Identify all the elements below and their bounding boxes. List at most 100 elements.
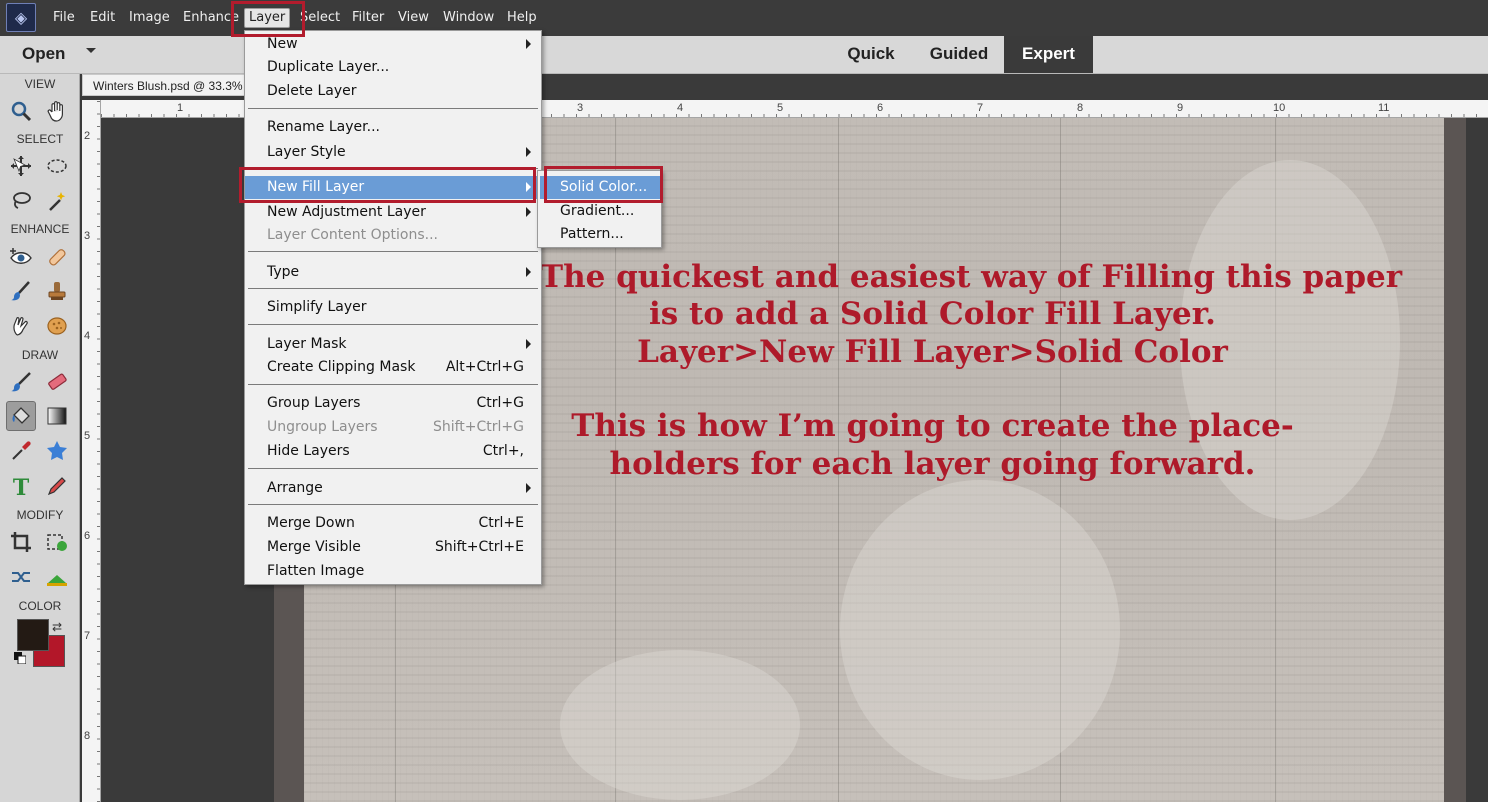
menu-separator xyxy=(248,108,538,109)
menu-item-pattern[interactable]: Pattern... xyxy=(540,223,660,246)
menu-item-flatten-image[interactable]: Flatten Image xyxy=(245,560,541,583)
ruler-h-label: 7 xyxy=(977,102,984,114)
damask-ornament xyxy=(840,480,1120,780)
crop-tool-icon[interactable] xyxy=(6,527,36,557)
lasso-tool-icon[interactable] xyxy=(6,186,36,216)
overlay-text-line: Layer>New Fill Layer>Solid Color xyxy=(637,334,1228,370)
ruler-v-label: 8 xyxy=(84,730,91,742)
smart-brush-tool-icon[interactable] xyxy=(6,276,36,306)
tool-panel: VIEW SELECT ENHANCE DRAW T MODIFY COLOR … xyxy=(0,74,80,802)
menu-item-delete-layer[interactable]: Delete Layer xyxy=(245,80,541,103)
ruler-h-label: 6 xyxy=(877,102,884,114)
menu-item-layer-style[interactable]: Layer Style xyxy=(245,141,541,164)
ruler-v-label: 2 xyxy=(84,130,91,142)
menu-item-hide-layers[interactable]: Hide Layers Ctrl+, xyxy=(245,440,541,463)
menu-item-gradient[interactable]: Gradient... xyxy=(540,200,660,223)
zoom-tool-icon[interactable] xyxy=(6,96,36,126)
tab-guided[interactable]: Guided xyxy=(918,36,1000,73)
menu-item-type[interactable]: Type xyxy=(245,261,541,284)
annotation-highlight-box xyxy=(231,1,305,37)
eyedropper-tool-icon[interactable] xyxy=(6,436,36,466)
overlay-text-line: holders for each layer going forward. xyxy=(609,446,1256,482)
menu-separator xyxy=(248,468,538,469)
ruler-h-label: 3 xyxy=(577,102,584,114)
menu-window[interactable]: Window xyxy=(443,9,494,27)
marquee-tool-icon[interactable] xyxy=(42,151,72,181)
menu-item-create-clipping-mask[interactable]: Create Clipping Mask Alt+Ctrl+G xyxy=(245,356,541,379)
magic-wand-tool-icon[interactable] xyxy=(42,186,72,216)
smudge-tool-icon[interactable] xyxy=(6,311,36,341)
tab-quick[interactable]: Quick xyxy=(832,36,910,73)
menu-item-new-adjustment-layer[interactable]: New Adjustment Layer xyxy=(245,201,541,224)
menu-item-merge-visible[interactable]: Merge Visible Shift+Ctrl+E xyxy=(245,536,541,559)
paint-bucket-tool-icon[interactable] xyxy=(6,401,36,431)
document-tab[interactable]: Winters Blush.psd @ 33.3% xyxy=(82,74,252,96)
submenu-arrow-icon xyxy=(526,339,531,349)
swap-colors-icon[interactable]: ⇄ xyxy=(52,620,62,634)
menu-item-arrange[interactable]: Arrange xyxy=(245,477,541,500)
annotation-highlight-box xyxy=(239,167,536,203)
annotation-highlight-box xyxy=(544,166,663,203)
app-logo-icon[interactable]: ◈ xyxy=(6,3,36,32)
red-eye-tool-icon[interactable] xyxy=(6,242,36,272)
open-button[interactable]: Open xyxy=(22,44,65,64)
menu-separator xyxy=(248,288,538,289)
ruler-h-label: 10 xyxy=(1273,102,1286,114)
section-enhance-label: ENHANCE xyxy=(10,222,70,236)
ruler-h-label: 11 xyxy=(1378,102,1390,114)
ruler-h-label: 9 xyxy=(1177,102,1184,114)
section-select-label: SELECT xyxy=(16,132,64,146)
menu-separator xyxy=(248,251,538,252)
ruler-h-label: 4 xyxy=(677,102,684,114)
damask-ornament xyxy=(560,650,800,800)
menu-bar: ◈ File Edit Image Enhance Layer Select F… xyxy=(0,0,1488,36)
menu-separator xyxy=(248,504,538,505)
ruler-v-label: 4 xyxy=(84,330,91,342)
menu-help[interactable]: Help xyxy=(507,9,537,27)
overlay-text-line: is to add a Solid Color Fill Layer. xyxy=(649,296,1216,332)
ruler-v-label: 5 xyxy=(84,430,91,442)
menu-item-group-layers[interactable]: Group Layers Ctrl+G xyxy=(245,392,541,415)
overlay-text-line: The quickest and easiest way of Filling … xyxy=(540,259,1403,295)
content-aware-move-tool-icon[interactable] xyxy=(6,562,36,592)
spot-healing-tool-icon[interactable] xyxy=(42,242,72,272)
default-colors-icon[interactable] xyxy=(14,652,26,664)
ruler-v-label: 6 xyxy=(84,530,91,542)
menu-separator xyxy=(248,384,538,385)
menu-item-ungroup-layers[interactable]: Ungroup Layers Shift+Ctrl+G xyxy=(245,416,541,439)
custom-shape-tool-icon[interactable] xyxy=(42,436,72,466)
clone-stamp-tool-icon[interactable] xyxy=(42,276,72,306)
mode-bar: Open Quick Guided Expert xyxy=(0,36,1488,74)
menu-separator xyxy=(248,324,538,325)
gradient-tool-icon[interactable] xyxy=(42,401,72,431)
hand-tool-icon[interactable] xyxy=(42,96,72,126)
vertical-ruler: 2 3 4 5 6 7 8 xyxy=(82,100,101,802)
ruler-h-label: 1 xyxy=(177,102,184,114)
recompose-tool-icon[interactable] xyxy=(42,527,72,557)
move-tool-icon[interactable] xyxy=(6,151,36,181)
menu-select[interactable]: Select xyxy=(300,9,340,27)
open-dropdown-chevron-icon[interactable] xyxy=(86,48,96,53)
brush-tool-icon[interactable] xyxy=(6,367,36,397)
submenu-arrow-icon xyxy=(526,267,531,277)
ruler-h-label: 5 xyxy=(777,102,784,114)
menu-edit[interactable]: Edit xyxy=(90,9,115,27)
menu-item-layer-mask[interactable]: Layer Mask xyxy=(245,333,541,356)
menu-view[interactable]: View xyxy=(398,9,429,27)
pencil-tool-icon[interactable] xyxy=(42,471,72,501)
menu-file[interactable]: File xyxy=(53,9,75,27)
menu-item-layer-content-options[interactable]: Layer Content Options... xyxy=(245,224,541,247)
foreground-color-swatch[interactable] xyxy=(17,619,49,651)
menu-item-simplify-layer[interactable]: Simplify Layer xyxy=(245,296,541,319)
layer-menu-dropdown: New Duplicate Layer... Delete Layer Rena… xyxy=(244,30,542,585)
menu-item-merge-down[interactable]: Merge Down Ctrl+E xyxy=(245,512,541,535)
eraser-tool-icon[interactable] xyxy=(42,367,72,397)
menu-item-duplicate-layer[interactable]: Duplicate Layer... xyxy=(245,56,541,79)
sponge-tool-icon[interactable] xyxy=(42,311,72,341)
menu-item-rename-layer[interactable]: Rename Layer... xyxy=(245,116,541,139)
straighten-tool-icon[interactable] xyxy=(42,562,72,592)
menu-image[interactable]: Image xyxy=(129,9,170,27)
type-tool-icon[interactable]: T xyxy=(6,471,36,501)
tab-expert[interactable]: Expert xyxy=(1004,36,1093,73)
menu-filter[interactable]: Filter xyxy=(352,9,384,27)
